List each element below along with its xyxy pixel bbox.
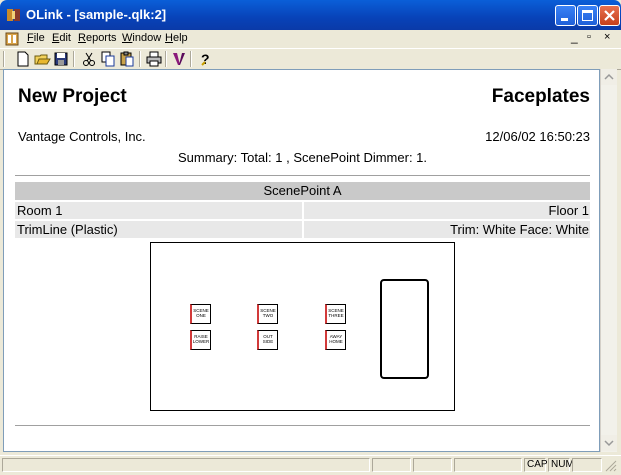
minimize-button[interactable] [555,5,576,26]
minimize-icon [561,18,568,21]
help-icon[interactable]: ? [196,50,214,68]
copy-icon[interactable] [99,50,117,68]
company-name: Vantage Controls, Inc. [18,129,146,144]
app-icon[interactable] [6,7,22,23]
faceplate-button: SCENE TWO [257,304,278,324]
vantage-logo-icon[interactable] [170,50,188,68]
save-icon[interactable] [52,50,70,68]
faceplate-drawing: SCENE ONE SCENE TWO SCENE THREE RAISE LOWER … [150,242,455,411]
maximize-icon [582,10,593,21]
status-panel [572,458,602,472]
menu-bar: File Edit Reports Window Help _ ▫ × [0,30,621,48]
cut-icon[interactable] [80,50,98,68]
trimline-cell: TrimLine (Plastic) [15,221,302,238]
document-icon[interactable] [5,32,19,46]
report-title: New Project [18,86,127,107]
faceplate-button: RAISE LOWER [190,330,211,350]
toolbar-separator [73,51,75,67]
scroll-down-button[interactable] [601,435,617,451]
paste-icon[interactable] [118,50,136,68]
window-title: OLink - [sample-.qlk:2] [26,7,167,22]
chevron-down-icon [604,440,614,447]
faceplate-button: SCENE THREE [325,304,346,324]
vertical-scrollbar[interactable] [600,69,617,452]
report-datestamp: 12/06/02 16:50:23 [485,129,590,144]
trim-cell: Trim: White Face: White [304,221,590,238]
toolbar-separator [139,51,141,67]
status-panel [454,458,522,472]
menu-edit[interactable]: Edit [52,32,71,44]
new-icon[interactable] [14,50,32,68]
print-icon[interactable] [145,50,163,68]
report-summary: Summary: Total: 1 , ScenePoint Dimmer: 1… [177,150,428,165]
divider [15,175,590,176]
mdi-close-button[interactable]: × [604,31,610,43]
toolbar-separator [190,51,192,67]
toolbar-grip [3,51,5,67]
num-indicator: NUM [548,458,574,472]
cap-indicator: CAP [524,458,548,472]
status-message [2,458,370,472]
menu-help[interactable]: Help [165,32,188,44]
status-panel [372,458,411,472]
status-panel [413,458,452,472]
open-icon[interactable] [33,50,51,68]
toolbar-separator [165,51,167,67]
close-icon [604,10,615,21]
faceplate-button: SCENE ONE [190,304,211,324]
close-button[interactable] [599,5,620,26]
scroll-up-button[interactable] [601,69,617,85]
resize-grip-icon[interactable] [605,460,617,472]
faceplate-button: AWAY HOME [325,330,346,350]
mdi-minimize-button[interactable]: _ [571,30,578,44]
chevron-up-icon [604,73,614,80]
mdi-restore-button[interactable]: ▫ [587,31,591,43]
section-header: ScenePoint A [15,182,590,200]
maximize-button[interactable] [577,5,598,26]
toolbar: ? [0,48,621,70]
title-bar[interactable]: OLink - [sample-.qlk:2] [0,0,621,30]
report-type-title: Faceplates [491,86,590,107]
floor-cell: Floor 1 [304,202,590,219]
menu-window[interactable]: Window [122,32,161,44]
dimmer-paddle [380,279,429,379]
divider [15,425,590,426]
menu-reports[interactable]: Reports [78,32,117,44]
room-cell: Room 1 [15,202,302,219]
status-bar: CAP NUM [0,455,621,475]
menu-file[interactable]: File [27,32,45,44]
faceplate-button: OUT SIDE [257,330,278,350]
